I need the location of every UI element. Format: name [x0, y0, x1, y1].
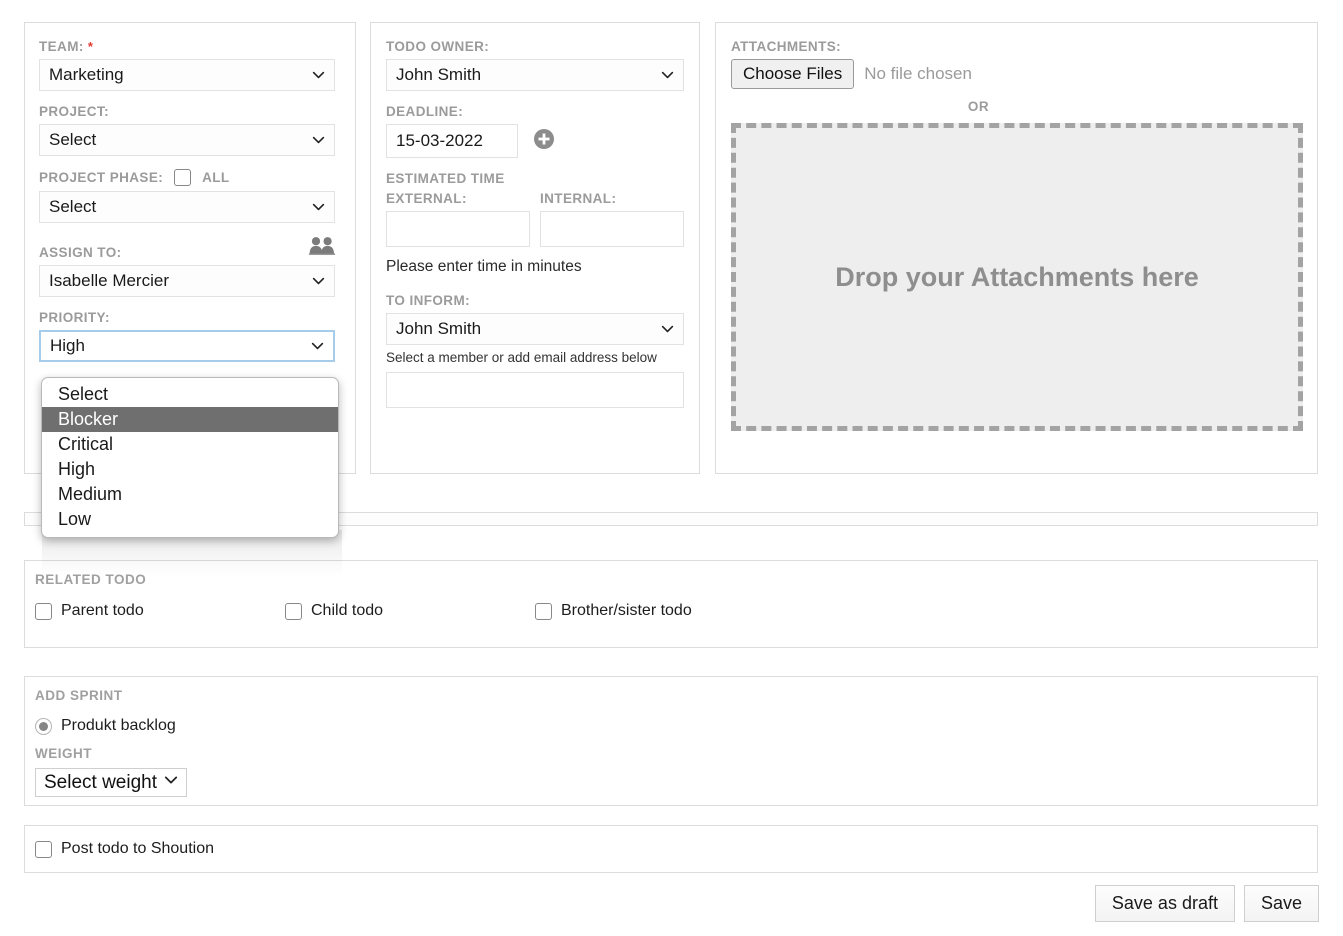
group-users-icon[interactable] [309, 236, 335, 260]
todo-form-page: TEAM: * Marketing PROJECT: Select PROJEC… [0, 0, 1343, 936]
related-todo-title: RELATED TODO [35, 572, 147, 587]
chevron-down-icon [661, 323, 674, 336]
to-inform-label: TO INFORM: [386, 293, 470, 308]
post-todo-shoution-checkbox[interactable] [35, 840, 52, 858]
brother-sister-todo-label: Brother/sister todo [561, 602, 692, 619]
dropzone-text: Drop your Attachments here [835, 261, 1199, 292]
chevron-down-icon [164, 773, 178, 792]
project-phase-select[interactable]: Select [39, 191, 335, 223]
produkt-backlog-radio[interactable] [35, 717, 52, 735]
priority-option-critical[interactable]: Critical [42, 432, 338, 457]
middle-details-panel: TODO OWNER: John Smith DEADLINE: 15-03-2… [370, 22, 700, 474]
footer-actions: Save as draft Save [0, 885, 1319, 922]
project-select[interactable]: Select [39, 124, 335, 156]
to-inform-hint: Select a member or add email address bel… [386, 350, 657, 365]
brother-sister-todo-checkbox[interactable] [535, 602, 552, 620]
weight-select[interactable]: Select weight [35, 768, 188, 797]
todo-owner-label: TODO OWNER: [386, 39, 490, 54]
attachments-dropzone[interactable]: Drop your Attachments here [731, 123, 1303, 431]
parent-todo-checkbox[interactable] [35, 602, 52, 620]
related-todo-parent-option[interactable]: Parent todo [35, 602, 285, 620]
team-select[interactable]: Marketing [39, 59, 335, 91]
attachments-panel: ATTACHMENTS: Choose Files No file chosen… [715, 22, 1318, 474]
priority-select[interactable]: High [39, 330, 335, 362]
assign-to-select[interactable]: Isabelle Mercier [39, 265, 335, 297]
internal-time-input[interactable] [540, 211, 684, 247]
priority-option-blocker[interactable]: Blocker [42, 407, 338, 432]
to-inform-select-value: John Smith [396, 319, 482, 338]
internal-time-label: INTERNAL: [540, 191, 617, 206]
estimated-time-group: ESTIMATED TIME EXTERNAL: INTERNAL: Pleas… [386, 171, 685, 276]
shoution-panel: Post todo to Shoution [24, 825, 1318, 873]
deadline-input[interactable]: 15-03-2022 [386, 124, 518, 158]
project-phase-select-value: Select [49, 197, 97, 216]
team-field-group: TEAM: * Marketing [39, 39, 341, 91]
priority-option-medium[interactable]: Medium [42, 482, 338, 507]
deadline-field-group: DEADLINE: 15-03-2022 [386, 104, 685, 158]
related-todo-child-option[interactable]: Child todo [285, 602, 535, 620]
project-phase-label: PROJECT PHASE: [39, 170, 164, 185]
priority-select-value: High [50, 336, 85, 355]
save-button[interactable]: Save [1243, 885, 1319, 922]
project-phase-all-label: ALL [202, 170, 230, 185]
todo-owner-select[interactable]: John Smith [386, 59, 684, 91]
chevron-down-icon [312, 69, 325, 82]
assign-to-select-value: Isabelle Mercier [49, 271, 169, 290]
choose-files-button[interactable]: Choose Files [731, 59, 855, 89]
sprint-backlog-option[interactable]: Produkt backlog [35, 717, 1317, 735]
chevron-down-icon [312, 134, 325, 147]
related-todo-panel: RELATED TODO Parent todo Child todo Brot… [24, 560, 1318, 648]
parent-todo-label: Parent todo [61, 602, 144, 619]
child-todo-label: Child todo [311, 602, 384, 619]
weight-select-value: Select weight [44, 771, 158, 793]
chevron-down-icon [312, 275, 325, 288]
weight-label: WEIGHT [35, 746, 92, 761]
priority-option-select[interactable]: Select [42, 382, 338, 407]
or-separator-label: OR [967, 99, 990, 114]
chevron-down-icon [312, 201, 325, 214]
post-todo-shoution-label: Post todo to Shoution [61, 840, 214, 857]
to-inform-select[interactable]: John Smith [386, 313, 684, 345]
priority-field-group: PRIORITY: High [39, 310, 341, 362]
project-label: PROJECT: [39, 104, 109, 119]
deadline-label: DEADLINE: [386, 104, 464, 119]
assign-to-label: ASSIGN TO: [39, 245, 122, 260]
team-label: TEAM: * [39, 39, 94, 54]
external-time-input[interactable] [386, 211, 530, 247]
todo-owner-field-group: TODO OWNER: John Smith [386, 39, 685, 91]
priority-dropdown-list[interactable]: Select Blocker Critical High Medium Low [41, 377, 339, 538]
priority-option-high[interactable]: High [42, 457, 338, 482]
shoution-option[interactable]: Post todo to Shoution [25, 826, 1317, 858]
chevron-down-icon [311, 340, 324, 353]
deadline-value: 15-03-2022 [396, 131, 483, 150]
todo-owner-select-value: John Smith [396, 65, 482, 84]
estimated-time-label: ESTIMATED TIME [386, 171, 505, 186]
related-todo-brother-sister-option[interactable]: Brother/sister todo [535, 602, 692, 620]
add-sprint-title: ADD SPRINT [35, 688, 123, 703]
priority-label: PRIORITY: [39, 310, 110, 325]
project-phase-all-checkbox[interactable] [174, 169, 192, 186]
project-select-value: Select [49, 130, 97, 149]
plus-circle-icon[interactable] [533, 128, 555, 155]
project-field-group: PROJECT: Select [39, 104, 341, 156]
to-inform-email-input[interactable] [386, 372, 684, 408]
chevron-down-icon [661, 69, 674, 82]
required-asterisk: * [87, 39, 94, 54]
add-sprint-panel: ADD SPRINT Produkt backlog WEIGHT Select… [24, 676, 1318, 806]
priority-option-low[interactable]: Low [42, 507, 338, 532]
estimated-time-hint: Please enter time in minutes [386, 258, 582, 275]
save-as-draft-button[interactable]: Save as draft [1094, 885, 1235, 922]
assign-to-field-group: ASSIGN TO: Isabelle Mercier [39, 236, 341, 297]
to-inform-field-group: TO INFORM: John Smith Select a member or… [386, 293, 685, 408]
external-time-label: EXTERNAL: [386, 191, 467, 206]
project-phase-field-group: PROJECT PHASE: ALL Select [39, 169, 341, 223]
produkt-backlog-label: Produkt backlog [61, 717, 176, 734]
attachments-label: ATTACHMENTS: [731, 39, 842, 54]
team-select-value: Marketing [49, 65, 124, 84]
child-todo-checkbox[interactable] [285, 602, 302, 620]
no-file-chosen-text: No file chosen [864, 64, 972, 83]
